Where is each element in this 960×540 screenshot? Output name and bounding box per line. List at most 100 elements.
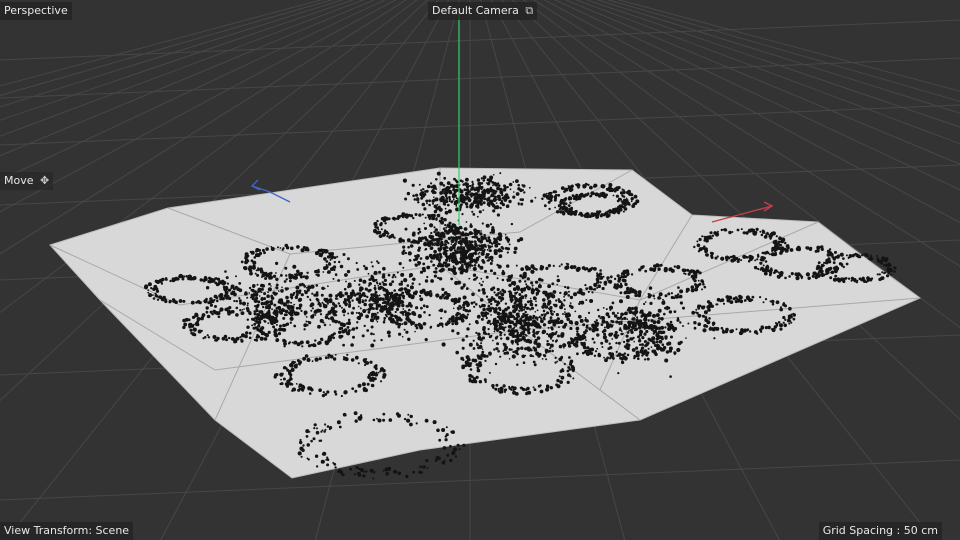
- point: [408, 308, 411, 312]
- point: [564, 265, 569, 270]
- point: [235, 336, 240, 341]
- point: [189, 328, 193, 332]
- point: [305, 340, 310, 345]
- point: [575, 183, 577, 186]
- point: [302, 356, 306, 361]
- point: [468, 190, 472, 193]
- point: [488, 351, 492, 356]
- point: [608, 332, 613, 337]
- point: [530, 199, 534, 203]
- point: [551, 282, 555, 286]
- point: [503, 333, 506, 336]
- point: [438, 207, 443, 212]
- point: [377, 371, 380, 374]
- point: [313, 344, 317, 347]
- point: [515, 192, 520, 196]
- point: [533, 363, 537, 367]
- point: [253, 256, 257, 259]
- point: [419, 294, 422, 298]
- 3d-viewport[interactable]: [0, 0, 960, 540]
- point: [821, 273, 826, 277]
- point: [716, 297, 721, 302]
- point: [496, 311, 501, 316]
- point: [480, 277, 483, 280]
- point: [827, 260, 832, 264]
- point: [576, 352, 579, 356]
- point: [275, 323, 278, 326]
- point: [417, 237, 422, 241]
- point: [408, 259, 412, 262]
- point: [402, 313, 405, 316]
- point: [327, 270, 331, 274]
- point: [370, 325, 374, 329]
- point: [658, 339, 663, 344]
- point: [520, 267, 525, 271]
- viewport-canvas[interactable]: [0, 0, 960, 540]
- point: [323, 323, 327, 327]
- point: [524, 297, 527, 299]
- point: [357, 383, 362, 388]
- point: [613, 277, 617, 281]
- point: [345, 280, 347, 283]
- point: [152, 297, 156, 300]
- point: [387, 334, 391, 338]
- point: [829, 248, 832, 251]
- point: [695, 269, 700, 274]
- point: [441, 287, 445, 291]
- point: [560, 355, 563, 359]
- point: [227, 311, 231, 316]
- point: [547, 284, 551, 289]
- point: [368, 282, 372, 286]
- point: [278, 307, 282, 311]
- grid-line: [0, 459, 960, 501]
- point: [631, 325, 636, 329]
- point: [376, 260, 379, 263]
- projection-label-text: Perspective: [4, 4, 68, 17]
- point: [307, 386, 311, 391]
- point: [511, 329, 516, 334]
- point: [601, 286, 605, 291]
- point: [493, 291, 496, 294]
- point: [591, 214, 595, 217]
- point: [549, 343, 554, 348]
- point: [465, 189, 468, 192]
- point: [592, 324, 596, 328]
- point: [338, 260, 341, 264]
- point: [504, 246, 508, 250]
- point: [269, 277, 272, 279]
- point: [385, 294, 390, 299]
- point: [730, 297, 733, 300]
- point: [701, 305, 705, 310]
- point: [522, 274, 527, 279]
- projection-label[interactable]: Perspective: [0, 2, 72, 20]
- point: [371, 265, 374, 268]
- point: [468, 240, 471, 243]
- point: [564, 197, 568, 201]
- point: [254, 272, 257, 275]
- point: [512, 309, 517, 314]
- point: [383, 293, 385, 296]
- camera-label[interactable]: Default Camera ⧉: [428, 2, 538, 20]
- point: [478, 244, 481, 248]
- point: [512, 294, 516, 298]
- point: [459, 206, 462, 209]
- point: [400, 282, 403, 286]
- point: [518, 279, 522, 283]
- point: [373, 221, 378, 226]
- point: [621, 317, 624, 321]
- point: [235, 306, 239, 310]
- point: [197, 329, 202, 334]
- point: [315, 291, 319, 295]
- point: [446, 224, 450, 228]
- point: [444, 223, 447, 227]
- point: [400, 215, 403, 218]
- point: [819, 266, 823, 270]
- point: [852, 255, 855, 258]
- point: [548, 294, 551, 297]
- point: [459, 242, 463, 246]
- point: [446, 322, 449, 325]
- point: [629, 337, 633, 341]
- point: [759, 296, 762, 299]
- point: [558, 322, 561, 324]
- point: [460, 286, 464, 290]
